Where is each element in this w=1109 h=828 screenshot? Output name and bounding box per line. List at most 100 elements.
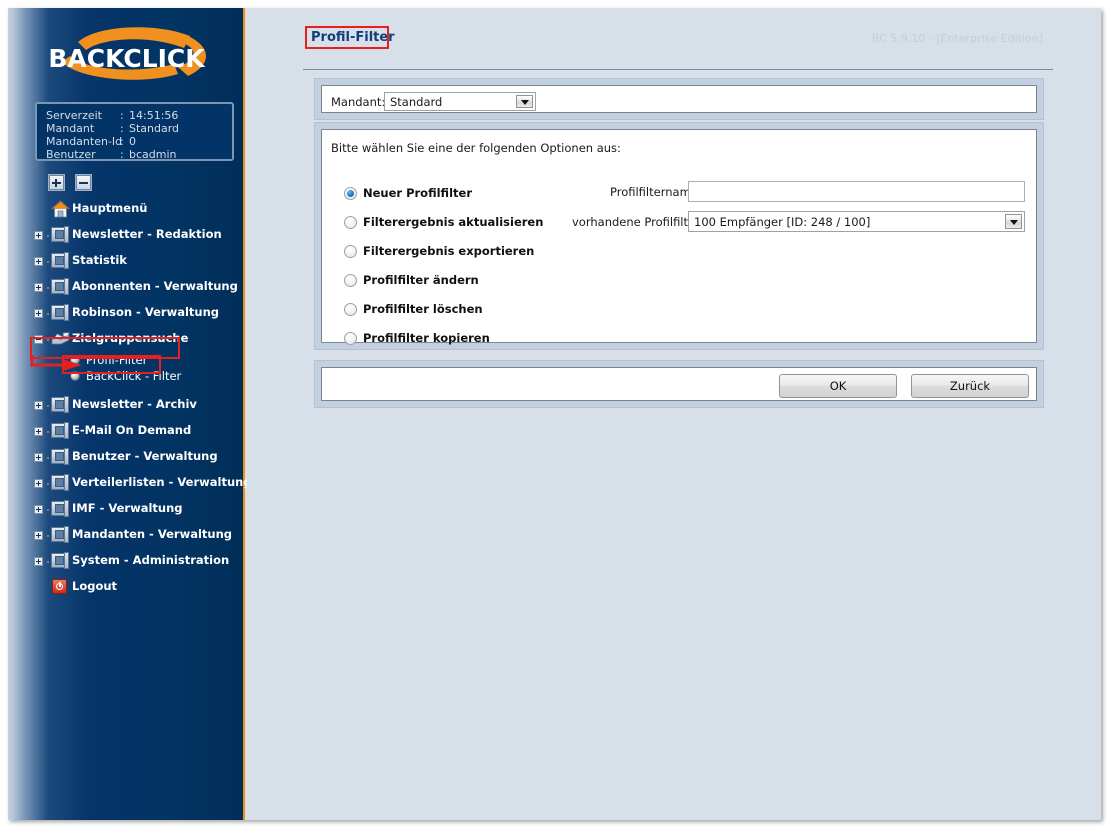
collapse-all-button[interactable] xyxy=(76,175,91,190)
sidebar-subitem-label: BackClick - Filter xyxy=(86,369,182,383)
expander-plus-icon[interactable] xyxy=(34,505,43,514)
server-info-row: Mandant: Standard xyxy=(46,122,179,135)
main-content: Profil-Filter BC 5.9.10 - [Enterprise Ed… xyxy=(247,8,1101,820)
expander-plus-icon[interactable] xyxy=(34,257,43,266)
expander-plus-icon[interactable] xyxy=(34,531,43,540)
server-info-sep: : xyxy=(120,148,124,161)
folder-icon xyxy=(51,252,69,269)
radio-neuer-profilfilter[interactable] xyxy=(344,187,357,200)
sidebar-item-zielgruppensuche[interactable]: Zielgruppensuche xyxy=(8,326,245,352)
chevron-down-icon[interactable] xyxy=(1005,214,1022,229)
brand-logo[interactable]: BACKCLICK xyxy=(8,22,245,94)
tree-connector xyxy=(47,483,49,485)
vorhandene-profilfilter-select[interactable]: 100 Empfänger [ID: 248 / 100] xyxy=(688,211,1025,232)
sidebar-item-label: Verteilerlisten - Verwaltung xyxy=(72,475,252,489)
expander-plus-icon[interactable] xyxy=(34,231,43,240)
server-info-sep: : xyxy=(120,135,124,148)
chevron-down-icon[interactable] xyxy=(516,95,533,108)
server-info-label: Serverzeit xyxy=(46,109,102,122)
tree-connector xyxy=(47,535,49,537)
mandant-panel: Mandant: Standard xyxy=(314,78,1044,120)
server-info-label: Benutzer xyxy=(46,148,96,161)
expander-plus-icon[interactable] xyxy=(34,427,43,436)
header-divider xyxy=(303,69,1053,70)
sidebar-item-newsletter-redaktion[interactable]: Newsletter - Redaktion xyxy=(8,222,245,248)
sphere-icon xyxy=(70,371,80,381)
expander-plus-icon[interactable] xyxy=(34,479,43,488)
expander-plus-icon[interactable] xyxy=(34,401,43,410)
back-button[interactable]: Zurück xyxy=(911,374,1029,398)
mandant-select[interactable]: Standard xyxy=(384,92,536,111)
mandant-panel-inner: Mandant: Standard xyxy=(321,85,1037,113)
option-label: Profilfilter löschen xyxy=(363,302,483,316)
radio-profilfilter-aendern[interactable] xyxy=(344,274,357,287)
tree-connector xyxy=(47,235,49,237)
server-info-box: Serverzeit:14:51:56 Mandant: Standard Man… xyxy=(35,102,234,161)
ok-button[interactable]: OK xyxy=(779,374,897,398)
sidebar-item-logout[interactable]: Logout xyxy=(8,574,245,600)
server-info-row: Mandanten-Id: 0 xyxy=(46,135,136,148)
folder-icon xyxy=(51,226,69,243)
radio-profilfilter-loeschen[interactable] xyxy=(344,303,357,316)
tree-connector xyxy=(47,313,49,315)
sidebar-item-label: E-Mail On Demand xyxy=(72,423,192,437)
sidebar-item-label: Zielgruppensuche xyxy=(72,331,189,345)
sidebar-item-robinson-verwaltung[interactable]: Robinson - Verwaltung xyxy=(8,300,245,326)
option-label: Profilfilter ändern xyxy=(363,273,479,287)
expander-plus-icon[interactable] xyxy=(34,283,43,292)
sidebar-item-abonnenten-verwaltung[interactable]: Abonnenten - Verwaltung xyxy=(8,274,245,300)
sidebar-subitem-backclick-filter[interactable]: BackClick - Filter xyxy=(8,368,245,384)
sidebar-item-imf-verwaltung[interactable]: IMF - Verwaltung xyxy=(8,496,245,522)
vorhandene-profilfilter-value: 100 Empfänger [ID: 248 / 100] xyxy=(694,214,871,229)
sidebar-item-label: Mandanten - Verwaltung xyxy=(72,527,233,541)
option-label: Neuer Profilfilter xyxy=(363,186,472,200)
profilfiltername-input[interactable] xyxy=(688,181,1025,202)
server-info-value: 0 xyxy=(129,135,136,148)
tree-connector xyxy=(47,561,49,563)
sidebar-item-hauptmenu[interactable]: Hauptmenü xyxy=(8,196,245,222)
sidebar-item-label: Newsletter - Archiv xyxy=(72,397,197,411)
instruction-text: Bitte wählen Sie eine der folgenden Opti… xyxy=(331,141,621,155)
tree-connector xyxy=(47,431,49,433)
sidebar-item-statistik[interactable]: Statistik xyxy=(8,248,245,274)
sidebar-item-system-administration[interactable]: System - Administration xyxy=(8,548,245,574)
expand-all-button[interactable] xyxy=(49,175,64,190)
tree-connector xyxy=(47,405,49,407)
folder-icon xyxy=(51,422,69,439)
server-info-value: bcadmin xyxy=(129,148,177,161)
sidebar-subitem-label: Profil-Filter xyxy=(86,353,148,367)
sidebar-item-label: IMF - Verwaltung xyxy=(72,501,183,515)
tree-connector xyxy=(47,457,49,459)
sidebar-item-mandanten-verwaltung[interactable]: Mandanten - Verwaltung xyxy=(8,522,245,548)
radio-filterergebnis-exportieren[interactable] xyxy=(344,245,357,258)
sphere-icon xyxy=(70,355,80,365)
tree-connector xyxy=(47,339,49,341)
page-title: Profil-Filter xyxy=(311,30,395,45)
folder-icon xyxy=(51,474,69,491)
sidebar-item-benutzer-verwaltung[interactable]: Benutzer - Verwaltung xyxy=(8,444,245,470)
radio-profilfilter-kopieren[interactable] xyxy=(344,332,357,345)
sidebar-item-label: Hauptmenü xyxy=(72,201,148,215)
folder-icon xyxy=(51,526,69,543)
radio-filterergebnis-aktualisieren[interactable] xyxy=(344,216,357,229)
sidebar-subitem-profil-filter[interactable]: Profil-Filter xyxy=(8,352,245,368)
expander-minus-icon[interactable] xyxy=(34,335,43,344)
sidebar-item-newsletter-archiv[interactable]: Newsletter - Archiv xyxy=(8,392,245,418)
sidebar-item-label: System - Administration xyxy=(72,553,230,567)
expander-plus-icon[interactable] xyxy=(34,453,43,462)
target-group-icon xyxy=(51,330,70,347)
mandant-label: Mandant: xyxy=(331,95,386,109)
version-label: BC 5.9.10 - [Enterprise Edition] xyxy=(871,32,1043,45)
sidebar-item-email-on-demand[interactable]: E-Mail On Demand xyxy=(8,418,245,444)
option-label: Filterergebnis exportieren xyxy=(363,244,535,258)
minus-icon xyxy=(79,182,88,184)
expander-plus-icon[interactable] xyxy=(34,309,43,318)
folder-icon xyxy=(51,500,69,517)
mandant-select-value: Standard xyxy=(390,94,443,109)
navigation-tree: Hauptmenü Newsletter - Redaktion Statist… xyxy=(8,196,252,600)
expander-plus-icon[interactable] xyxy=(34,557,43,566)
application-window: BACKCLICK Serverzeit:14:51:56 Mandant: St… xyxy=(8,8,1101,820)
sidebar-item-verteilerlisten-verwaltung[interactable]: Verteilerlisten - Verwaltung xyxy=(8,470,252,496)
tree-connector xyxy=(47,287,49,289)
sidebar-item-label: Robinson - Verwaltung xyxy=(72,305,220,319)
